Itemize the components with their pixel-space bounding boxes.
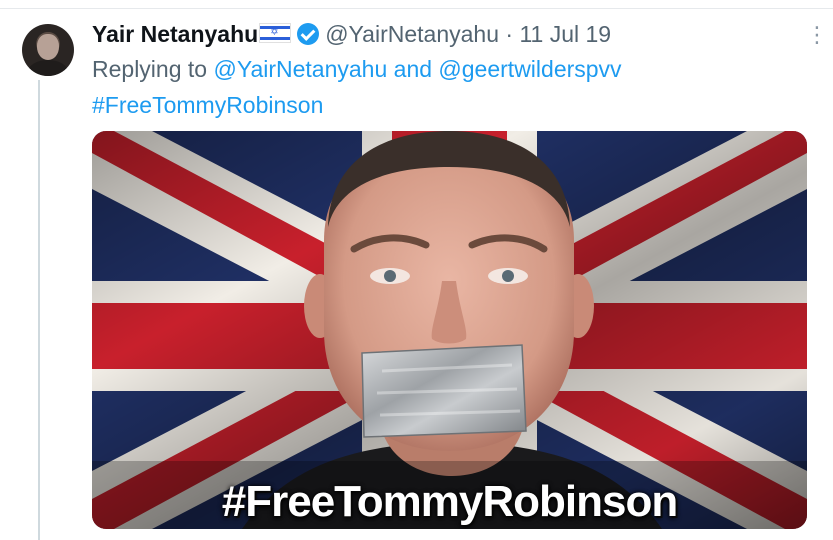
mention-link-2[interactable]: @geertwilderspvv (438, 56, 621, 82)
avatar-shoulders (28, 60, 68, 76)
thread-line (38, 80, 40, 540)
media-caption: #FreeTommyRobinson (221, 477, 678, 526)
author-name[interactable]: Yair Netanyahu (92, 21, 258, 47)
top-divider (0, 0, 833, 9)
avatar-face (37, 34, 59, 60)
israel-flag-icon: ✡ (259, 23, 292, 43)
tweet-media-image[interactable]: #FreeTommyRobinson (92, 131, 807, 529)
right-iris (502, 270, 514, 282)
replying-prefix: Replying to (92, 56, 208, 82)
replying-conjunction: and (393, 56, 433, 82)
avatar[interactable] (22, 24, 74, 76)
mention-link-1[interactable]: @YairNetanyahu (213, 56, 387, 82)
tweet-date[interactable]: 11 Jul 19 (519, 21, 611, 47)
media-illustration (92, 131, 807, 529)
replying-to-line: Replying to @YairNetanyahu and @geertwil… (92, 55, 622, 83)
more-options-icon[interactable]: ⋮ (806, 24, 828, 46)
author-handle[interactable]: @YairNetanyahu (325, 21, 499, 47)
star-of-david-icon: ✡ (270, 27, 279, 38)
header-separator: · (505, 21, 514, 47)
hashtag-link[interactable]: #FreeTommyRobinson (92, 91, 323, 119)
left-iris (384, 270, 396, 282)
verified-badge-icon[interactable] (297, 23, 320, 45)
tweet-header: Yair Netanyahu ✡ @YairNetanyahu · 11 Jul 1… (92, 20, 611, 48)
